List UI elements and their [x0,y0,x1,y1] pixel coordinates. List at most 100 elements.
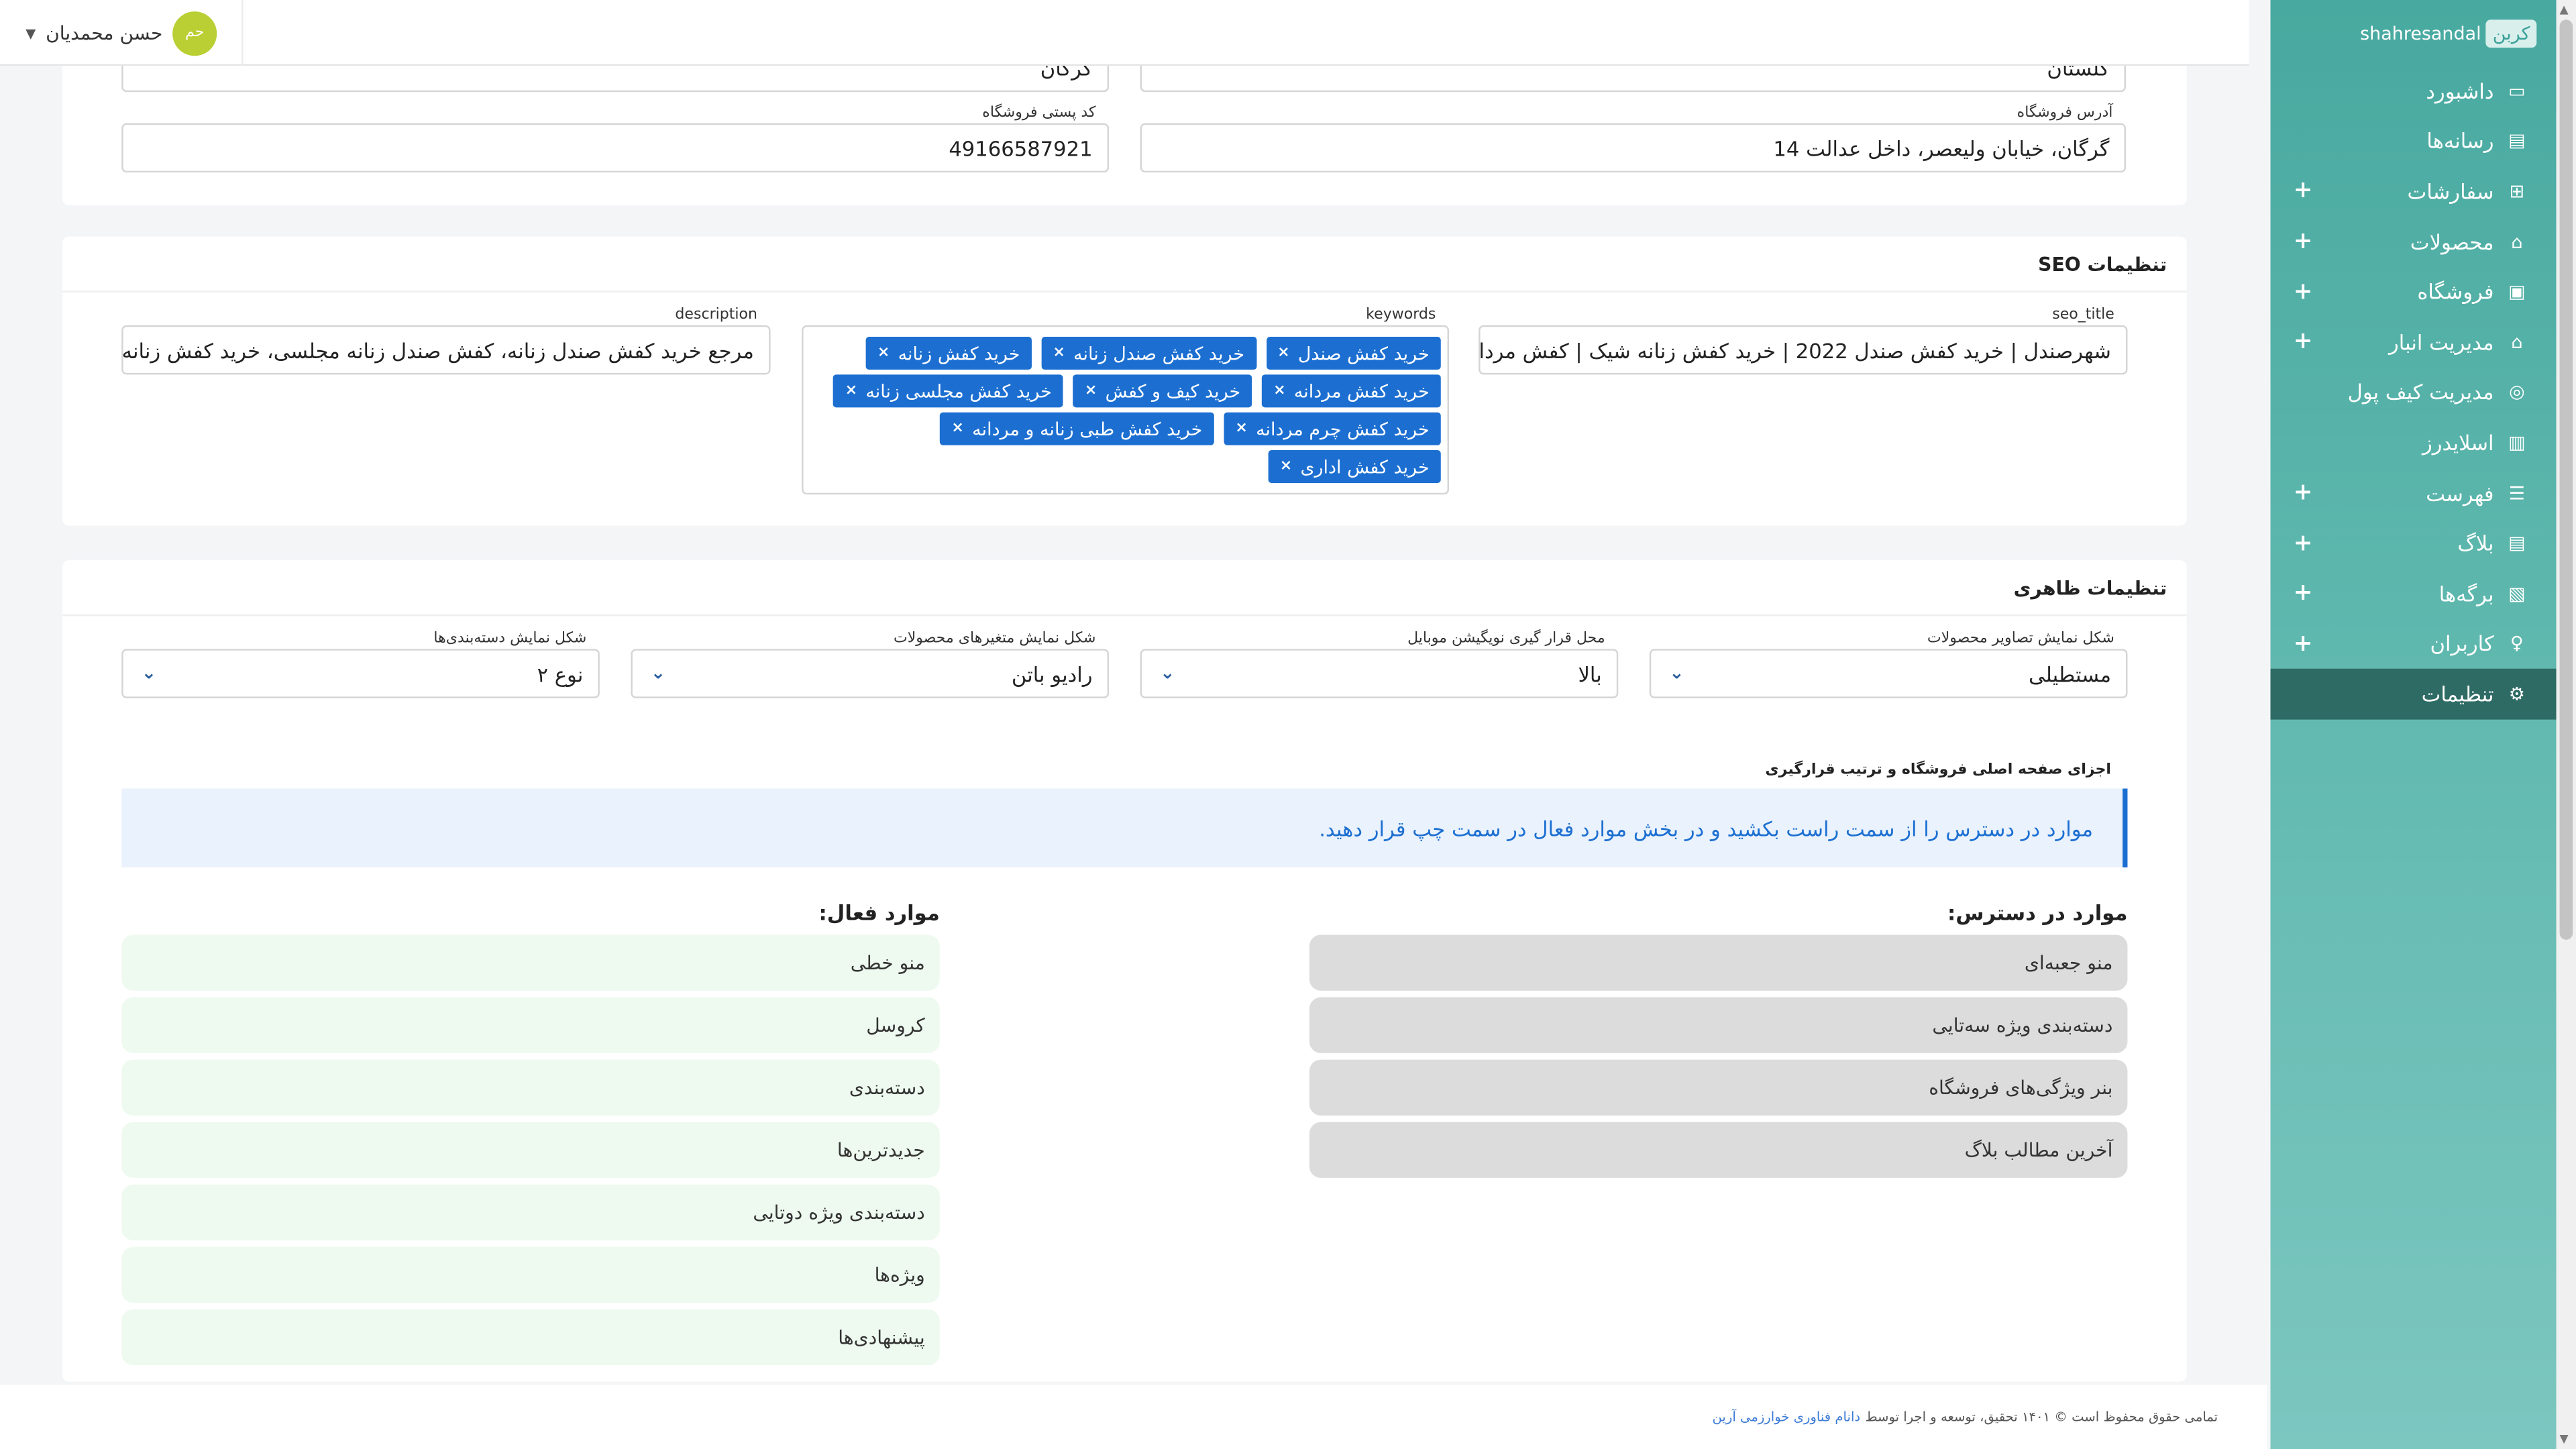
keywords-field[interactable]: keywords خرید کفش صندل × خرید کفش صندل زنا… [802,307,1450,495]
keyword-tag[interactable]: خرید کفش مجلسی زنانه × [833,374,1064,408]
sidebar-item[interactable]: ⚙ تنظیمات [2270,669,2557,719]
sidebar-item-label: رسانه‌ها [2426,128,2494,154]
remove-tag-icon[interactable]: × [1085,383,1097,399]
sidebar-item[interactable]: ▭ داشبورد [2271,66,2557,116]
plus-icon[interactable]: + [2294,178,2313,205]
active-item[interactable]: دسته‌بندی [121,1059,940,1116]
chevron-down-icon[interactable]: ▼ [25,25,36,40]
sidebar-nav: ▭ داشبورد ▤ رسانه‌ها ⊞ سفارشات + ⌂ محصولات + ▣ فروش… [2270,66,2557,719]
active-item[interactable]: کروسل [121,997,940,1053]
brand[interactable]: کربن shahresandal [2271,0,2557,66]
scroll-thumb[interactable] [2559,19,2573,940]
plus-icon[interactable]: + [2294,530,2313,556]
keyword-text: خرید کفش مردانه [1293,380,1430,402]
description-input[interactable]: مرجع خرید کفش صندل زنانه، کفش صندل زنانه… [121,325,771,375]
available-item[interactable]: بنر ویژگی‌های فروشگاه [1309,1059,2128,1116]
sidebar-item[interactable]: ☰ فهرست + [2271,468,2557,518]
chevron-down-icon[interactable]: ⌄ [1160,662,1175,684]
sidebar-item-label: اسلایدرز [2422,430,2494,455]
seo-heading: تنظیمات SEO [62,237,2187,292]
scroll-up-icon[interactable]: ▲ [2560,3,2569,17]
plus-icon[interactable]: + [2294,631,2313,657]
variant-display-select[interactable]: شکل نمایش متغیرهای محصولات رادیو باتن ⌄ [631,631,1110,698]
address-field[interactable]: آدرس فروشگاه گرگان، خیابان ولیعصر، داخل … [1140,105,2127,173]
select-value[interactable]: نوع ۲ [121,649,600,698]
sidebar-item[interactable]: ♀ کاربران + [2271,619,2557,669]
select-value[interactable]: رادیو باتن [631,649,1110,698]
sidebar-item-label: محصولات [2410,229,2494,254]
sidebar-item[interactable]: ⌂ محصولات + [2271,217,2557,267]
remove-tag-icon[interactable]: × [1053,345,1065,361]
postal-field[interactable]: کد پستی فروشگاه 49166587921 [121,105,1110,173]
remove-tag-icon[interactable]: × [1277,345,1289,361]
available-item[interactable]: منو جعبه‌ای [1309,934,2128,991]
available-title: موارد در دسترس: [1947,900,2128,925]
chevron-down-icon[interactable]: ⌄ [1669,662,1684,684]
sidebar-item[interactable]: ⊞ سفارشات + [2271,166,2557,217]
plus-icon[interactable]: + [2294,329,2313,355]
postal-label: کد پستی فروشگاه [982,105,1096,122]
seo-title-field[interactable]: seo_title شهرصندل | خرید کفش صندل 2022 |… [1479,307,2128,375]
sidebar-item-label: تنظیمات [2421,682,2494,706]
plus-icon[interactable]: + [2294,229,2313,255]
remove-tag-icon[interactable]: × [845,383,857,399]
sidebar-item[interactable]: ▤ رسانه‌ها [2271,116,2557,166]
gear-icon: ⚙ [2508,683,2525,705]
postal-input[interactable]: 49166587921 [121,123,1110,173]
active-item[interactable]: جدیدترین‌ها [121,1122,940,1178]
plus-icon[interactable]: + [2294,580,2313,606]
available-item[interactable]: آخرین مطالب بلاگ [1309,1122,2128,1178]
keyword-tag[interactable]: خرید کفش طبی زنانه و مردانه × [940,412,1214,445]
sidebar-item[interactable]: ▣ فروشگاه + [2271,267,2557,317]
keyword-text: خرید کفش طبی زنانه و مردانه [972,418,1203,440]
keywords-input[interactable]: خرید کفش صندل × خرید کفش صندل زنانه × خرید ک… [802,325,1450,495]
keyword-tag[interactable]: خرید کفش صندل × [1265,337,1441,370]
active-item[interactable]: دسته‌بندی ویژه دوتایی [121,1184,940,1240]
remove-tag-icon[interactable]: × [951,421,963,437]
plus-icon[interactable]: + [2294,279,2313,305]
select-value[interactable]: بالا [1140,649,1619,698]
keyword-tag[interactable]: خرید کفش چرم مردانه × [1224,412,1441,445]
keyword-tag[interactable]: خرید کیف و کفش × [1073,374,1252,408]
sidebar-item-label: فروشگاه [2417,279,2494,305]
keyword-tag[interactable]: خرید کفش مردانه × [1261,374,1441,408]
sidebar-item[interactable]: ⌂ مدیریت انبار + [2271,317,2557,368]
user-menu[interactable]: حم حسن محمدیان ▼ [0,0,244,66]
product-image-shape-select[interactable]: شکل نمایش تصاویر محصولات مستطیلی ⌄ [1649,631,2128,698]
address-input[interactable]: گرگان، خیابان ولیعصر، داخل عدالت 14 [1140,123,2127,173]
remove-tag-icon[interactable]: × [877,345,890,361]
sidebar-item[interactable]: ▤ بلاگ + [2271,518,2557,568]
seo-title-label: seo_title [2052,307,2114,324]
chevron-down-icon[interactable]: ⌄ [651,662,666,684]
active-item[interactable]: ویژه‌ها [121,1246,940,1303]
user-name[interactable]: حسن محمدیان [46,21,162,44]
sidebar-item-label: سفارشات [2407,178,2494,204]
footer: تمامی حقوق محفوظ است © ۱۴۰۱ تحقیق، توسعه… [0,1385,2267,1449]
remove-tag-icon[interactable]: × [1280,458,1292,474]
active-item[interactable]: منو خطی [121,934,940,991]
scroll-down-icon[interactable]: ▼ [2560,1433,2569,1446]
category-display-select[interactable]: شکل نمایش دسته‌بندی‌ها نوع ۲ ⌄ [121,631,600,698]
mobile-nav-position-select[interactable]: محل قرار گیری نویگیشن موبایل بالا ⌄ [1140,631,1619,698]
keyword-tag[interactable]: خرید کفش اداری × [1268,450,1441,484]
sidebar-item[interactable]: ▥ اسلایدرز [2271,417,2557,468]
select-value[interactable]: مستطیلی [1649,649,2128,698]
sidebar-item[interactable]: ◎ مدیریت کیف پول [2271,368,2557,418]
brand-name: shahresandal [2360,22,2481,44]
footer-link[interactable]: دانام فناوری خوارزمی آرین [1713,1409,1861,1424]
avatar[interactable]: حم [172,10,217,56]
available-item[interactable]: دسته‌بندی ویژه سه‌تایی [1309,997,2128,1053]
remove-tag-icon[interactable]: × [1235,421,1247,437]
description-field[interactable]: description مرجع خرید کفش صندل زنانه، کف… [121,307,771,375]
plus-icon[interactable]: + [2294,480,2313,506]
remove-tag-icon[interactable]: × [1273,383,1285,399]
sidebar-item[interactable]: ▧ برگه‌ها + [2271,568,2557,619]
select-label: شکل نمایش تصاویر محصولات [1927,631,2114,647]
active-item[interactable]: پیشنهادی‌ها [121,1309,940,1366]
scrollbar[interactable]: ▲ ▼ [2556,0,2576,1449]
keyword-tag[interactable]: خرید کفش زنانه × [865,337,1032,370]
seo-title-input[interactable]: شهرصندل | خرید کفش صندل 2022 | خرید کفش … [1479,325,2128,375]
basket-icon: ⌂ [2511,231,2523,253]
keyword-tag[interactable]: خرید کفش صندل زنانه × [1041,337,1256,370]
chevron-down-icon[interactable]: ⌄ [142,662,157,684]
